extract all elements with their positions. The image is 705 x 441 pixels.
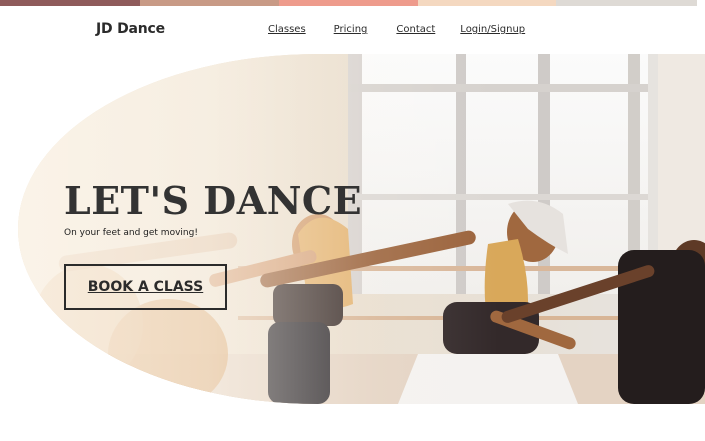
site-header: JD Dance Classes Pricing Contact Login/S… — [0, 6, 705, 54]
book-class-button[interactable]: BOOK A CLASS — [64, 264, 227, 310]
nav-link-contact[interactable]: Contact — [396, 24, 435, 35]
nav-link-pricing[interactable]: Pricing — [334, 24, 368, 35]
nav-link-login-signup[interactable]: Login/Signup — [460, 24, 525, 35]
brand-logo[interactable]: JD Dance — [96, 21, 165, 37]
hero-title: LET'S DANCE — [64, 178, 363, 223]
main-nav: Classes Pricing Contact Login/Signup — [268, 24, 525, 35]
page: JD Dance Classes Pricing Contact Login/S… — [0, 0, 705, 441]
nav-link-classes[interactable]: Classes — [268, 24, 306, 35]
hero-subtitle: On your feet and get moving! — [64, 228, 198, 238]
